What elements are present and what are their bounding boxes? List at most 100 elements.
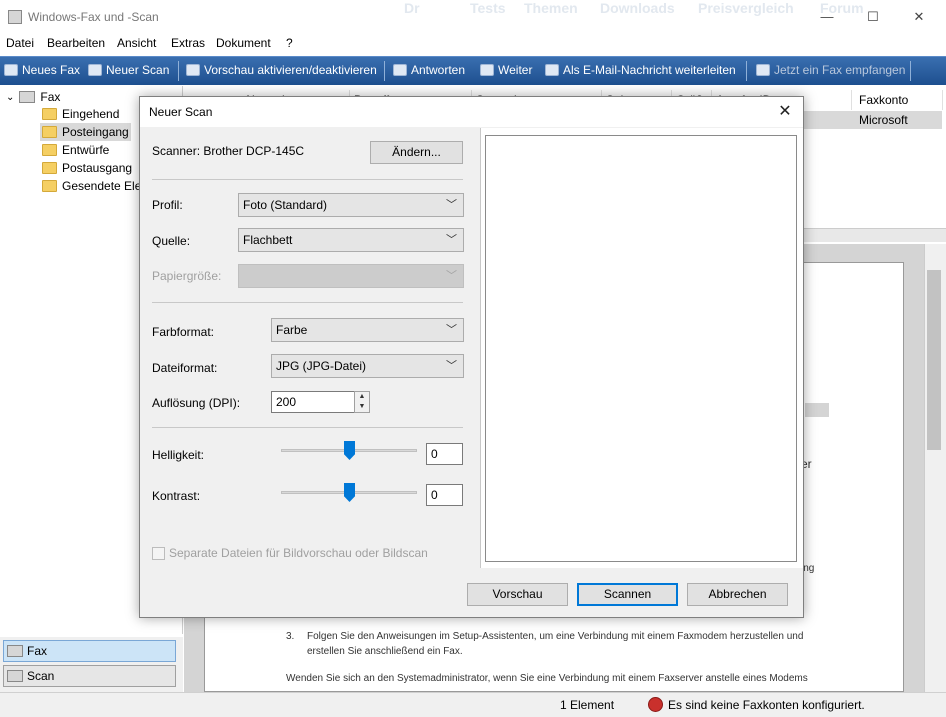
new-scan-label: Neuer Scan	[106, 63, 170, 77]
fax-app-icon	[8, 10, 22, 24]
folder-icon	[42, 108, 57, 120]
scrollbar-thumb[interactable]	[927, 270, 941, 450]
cancel-button[interactable]: Abbrechen	[687, 583, 788, 606]
scan-preview-image	[485, 135, 797, 562]
receive-fax-icon	[756, 64, 770, 76]
minimize-button[interactable]: —	[804, 4, 850, 30]
nav-scan-label: Scan	[27, 669, 55, 683]
email-forward-label: Als E-Mail-Nachricht weiterleiten	[563, 63, 736, 77]
tree-label: Postausgang	[62, 161, 133, 175]
maximize-button[interactable]: ☐	[850, 4, 896, 30]
reply-label: Antworten	[411, 63, 466, 77]
chevron-down-icon: ﹀	[446, 270, 457, 282]
nav-scan-button[interactable]: Scan	[3, 665, 176, 687]
doc-text: erstellen Sie anschließend ein Fax.	[307, 646, 463, 657]
change-scanner-button[interactable]: Ändern...	[370, 141, 463, 164]
tree-item-fax[interactable]: ⌄ Fax	[6, 88, 60, 106]
profile-label: Profil:	[152, 198, 183, 212]
menu-dokument[interactable]: Dokument	[216, 36, 271, 50]
source-value: Flachbett	[243, 233, 293, 247]
toolbar-separator	[910, 61, 911, 81]
contrast-value[interactable]: 0	[426, 484, 463, 506]
menu-ansicht[interactable]: Ansicht	[117, 36, 156, 50]
new-fax-icon	[4, 64, 18, 76]
scan-button[interactable]: Scannen	[577, 583, 678, 606]
brightness-slider-thumb[interactable]	[344, 441, 355, 460]
menu-bearbeiten[interactable]: Bearbeiten	[47, 36, 105, 50]
divider	[152, 179, 463, 180]
stepper-down-icon[interactable]: ▼	[355, 402, 369, 412]
doc-step-number: 3.	[286, 631, 295, 642]
chevron-down-icon: ﹀	[446, 324, 457, 336]
tree-root-label: Fax	[40, 90, 61, 104]
stepper-up-icon[interactable]: ▲	[355, 392, 369, 402]
profile-select[interactable]: Foto (Standard) ﹀	[238, 193, 464, 217]
doc-text: Folgen Sie den Anweisungen im Setup-Assi…	[307, 631, 804, 642]
tree-item-entwuerfe[interactable]: Entwürfe	[42, 141, 109, 159]
preview-toggle-button[interactable]: Vorschau aktivieren/deaktivieren	[186, 63, 377, 77]
new-fax-button[interactable]: Neues Fax	[4, 63, 80, 77]
reply-icon	[393, 64, 407, 76]
tree-item-posteingang[interactable]: Posteingang	[40, 123, 131, 141]
contrast-label: Kontrast:	[152, 489, 201, 503]
close-window-button[interactable]: ✕	[896, 4, 942, 30]
new-scan-dialog: Neuer Scan ✕ Scanner: Brother DCP-145C Ä…	[139, 96, 804, 618]
row-account-cell: Microsoft	[859, 113, 908, 127]
menu-extras[interactable]: Extras	[171, 36, 205, 50]
tree-label: Eingehend	[62, 107, 120, 121]
title-bar: Windows-Fax und -Scan Dr Tests Themen Do…	[0, 0, 946, 34]
toolbar-separator	[746, 61, 747, 81]
tree-item-eingehend[interactable]: Eingehend	[42, 105, 119, 123]
file-format-value: JPG (JPG-Datei)	[276, 359, 367, 373]
receive-fax-label: Jetzt ein Fax empfangen	[774, 63, 906, 77]
dialog-title: Neuer Scan	[149, 105, 213, 119]
menu-bar: Datei Bearbeiten Ansicht Extras Dokument…	[0, 34, 946, 54]
file-format-label: Dateiformat:	[152, 361, 218, 375]
inbox-icon	[42, 126, 57, 138]
resolution-stepper[interactable]: ▲ ▼	[354, 391, 370, 413]
separate-files-checkbox[interactable]	[152, 547, 165, 560]
column-header-account[interactable]: Faxkonto	[855, 90, 943, 110]
resolution-label: Auflösung (DPI):	[152, 396, 241, 410]
preview-toggle-label: Vorschau aktivieren/deaktivieren	[204, 63, 377, 77]
menu-help[interactable]: ?	[286, 36, 293, 50]
tree-item-postausgang[interactable]: Postausgang	[42, 159, 132, 177]
toolbar-separator	[178, 61, 179, 81]
divider	[152, 427, 463, 428]
scanner-icon	[7, 670, 23, 682]
paper-size-select[interactable]: ﹀	[238, 264, 464, 288]
dialog-close-button[interactable]: ✕	[773, 100, 797, 124]
reply-button[interactable]: Antworten	[393, 63, 465, 77]
brightness-value[interactable]: 0	[426, 443, 463, 465]
background-text: Preisvergleich	[698, 0, 794, 16]
forward-button[interactable]: Weiter	[480, 63, 532, 77]
color-format-select[interactable]: Farbe ﹀	[271, 318, 464, 342]
brightness-label: Helligkeit:	[152, 448, 205, 462]
tree-label: Gesendete Ele	[62, 179, 142, 193]
nav-fax-button[interactable]: Fax	[3, 640, 176, 662]
new-scan-button[interactable]: Neuer Scan	[88, 63, 169, 77]
email-forward-button[interactable]: Als E-Mail-Nachricht weiterleiten	[545, 63, 736, 77]
tree-item-gesendete[interactable]: Gesendete Ele	[42, 177, 141, 195]
fax-icon	[19, 91, 36, 103]
dialog-title-bar: Neuer Scan ✕	[140, 97, 803, 127]
file-format-select[interactable]: JPG (JPG-Datei) ﹀	[271, 354, 464, 378]
status-count: 1 Element	[560, 698, 615, 712]
chevron-down-icon: ﹀	[446, 360, 457, 372]
background-text: Downloads	[600, 0, 675, 16]
contrast-slider-thumb[interactable]	[344, 483, 355, 502]
resolution-input[interactable]: 200	[271, 391, 355, 413]
preview-button[interactable]: Vorschau	[467, 583, 568, 606]
folder-icon	[42, 180, 57, 192]
chevron-down-icon[interactable]: ⌄	[6, 92, 14, 103]
receive-fax-button[interactable]: Jetzt ein Fax empfangen	[756, 63, 905, 77]
color-format-label: Farbformat:	[152, 325, 215, 339]
source-select[interactable]: Flachbett ﹀	[238, 228, 464, 252]
toolbar: Neues Fax Neuer Scan Vorschau aktivieren…	[0, 56, 946, 85]
scanner-label: Scanner: Brother DCP-145C	[152, 144, 305, 158]
background-text: Tests	[470, 0, 506, 16]
menu-datei[interactable]: Datei	[6, 36, 34, 50]
divider	[152, 302, 463, 303]
window-title: Windows-Fax und -Scan	[28, 10, 159, 24]
new-fax-label: Neues Fax	[22, 63, 81, 77]
